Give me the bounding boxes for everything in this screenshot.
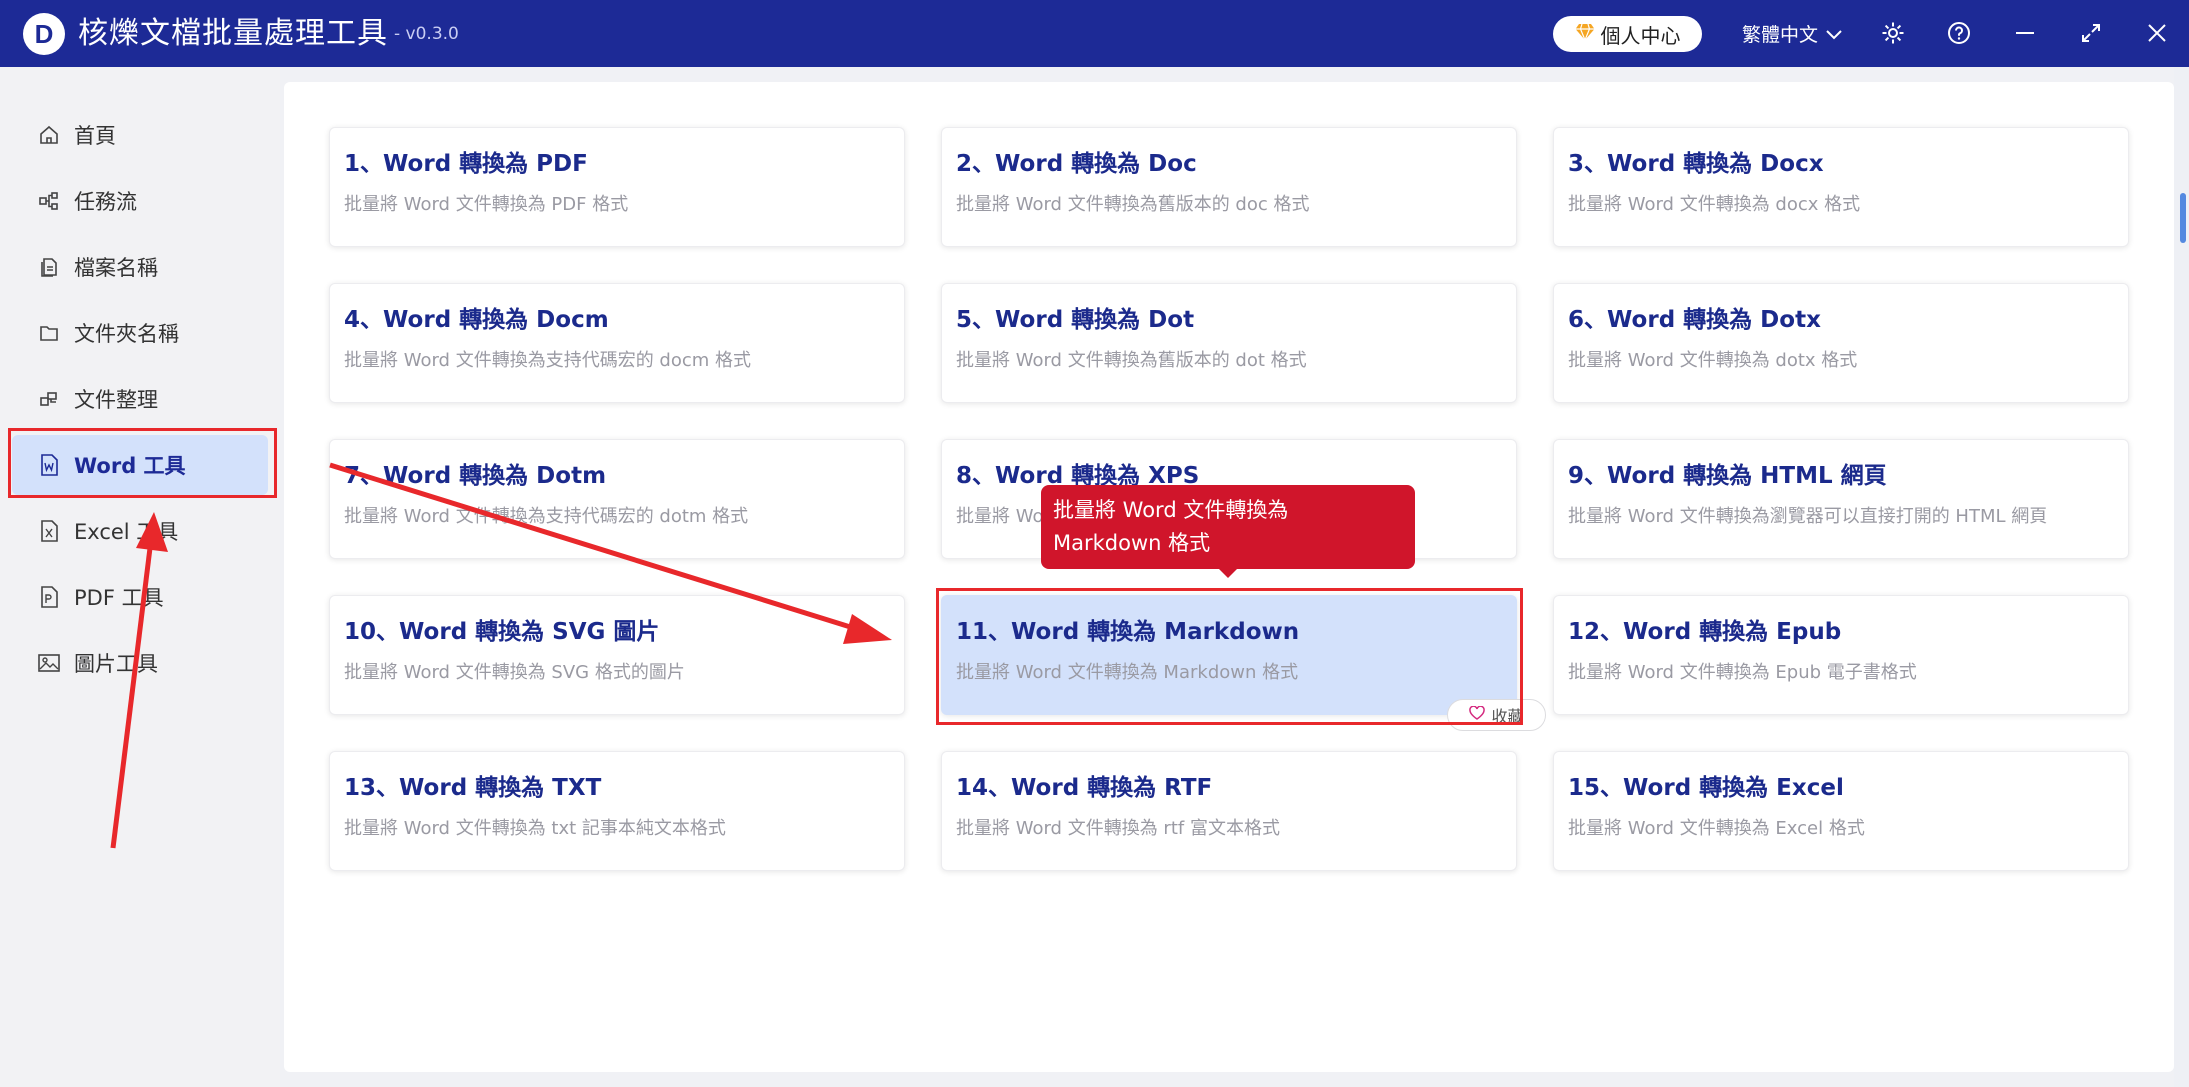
sidebar: 首頁 任務流 檔案名稱 文件夾名稱 文件整理 Word 工具 Excel 工具 …	[0, 67, 280, 1087]
sidebar-item-label: 檔案名稱	[74, 256, 158, 280]
tool-card-description: 批量將 Word 文件轉換為 Markdown 格式	[956, 662, 1299, 683]
tool-card-word-to-dotm[interactable]: 7、Word 轉換為 Dotm 批量將 Word 文件轉換為支持代碼宏的 dot…	[329, 439, 905, 559]
sidebar-item-label: 文件整理	[74, 388, 158, 412]
favorite-label: 收藏	[1491, 707, 1524, 726]
tool-card-description: 批量將 Word 文件轉換為 docx 格式	[1568, 194, 1861, 215]
sidebar-item-label: 任務流	[74, 190, 137, 214]
file-icon	[38, 256, 60, 278]
tool-card-word-to-dotx[interactable]: 6、Word 轉換為 Dotx 批量將 Word 文件轉換為 dotx 格式	[1553, 283, 2129, 403]
minimize-icon[interactable]	[2010, 18, 2040, 48]
favorite-button[interactable]: 收藏	[1447, 699, 1546, 731]
tool-card-word-to-docx[interactable]: 3、Word 轉換為 Docx 批量將 Word 文件轉換為 docx 格式	[1553, 127, 2129, 247]
sidebar-item-label: 文件夾名稱	[74, 322, 179, 346]
tool-card-word-to-markdown[interactable]: 11、Word 轉換為 Markdown 批量將 Word 文件轉換為 Mark…	[941, 595, 1517, 715]
word-icon	[38, 454, 60, 476]
sidebar-item-label: Word 工具	[74, 454, 186, 478]
sidebar-item-image-tools[interactable]: 圖片工具	[12, 633, 268, 693]
sidebar-item-foldername[interactable]: 文件夾名稱	[12, 303, 268, 363]
maximize-icon[interactable]	[2076, 18, 2106, 48]
folder-icon	[38, 322, 60, 344]
pdf-icon	[38, 586, 60, 608]
tool-card-word-to-rtf[interactable]: 14、Word 轉換為 RTF 批量將 Word 文件轉換為 rtf 富文本格式	[941, 751, 1517, 871]
close-icon[interactable]	[2142, 18, 2172, 48]
tooltip: 批量將 Word 文件轉換為 Markdown 格式	[1041, 485, 1415, 578]
tool-card-title: 11、Word 轉換為 Markdown	[956, 619, 1300, 645]
title-bar: D 核爍文檔批量處理工具 - v0.3.0 個人中心 繁體中文	[0, 0, 2189, 67]
tool-card-title: 13、Word 轉換為 TXT	[344, 775, 602, 801]
tool-card-title: 12、Word 轉換為 Epub	[1568, 619, 1842, 645]
tool-card-word-to-html[interactable]: 9、Word 轉換為 HTML 網頁 批量將 Word 文件轉換為瀏覽器可以直接…	[1553, 439, 2129, 559]
tool-card-description: 批量將 Word 文件轉換為舊版本的 dot 格式	[956, 350, 1307, 371]
sidebar-item-label: 首頁	[74, 124, 116, 148]
excel-icon	[38, 520, 60, 542]
tool-card-word-to-doc[interactable]: 2、Word 轉換為 Doc 批量將 Word 文件轉換為舊版本的 doc 格式	[941, 127, 1517, 247]
sidebar-item-pdf-tools[interactable]: PDF 工具	[12, 567, 268, 627]
tool-card-word-to-svg[interactable]: 10、Word 轉換為 SVG 圖片 批量將 Word 文件轉換為 SVG 格式…	[329, 595, 905, 715]
heart-icon	[1469, 705, 1486, 725]
language-select[interactable]: 繁體中文	[1742, 20, 1842, 47]
tool-card-title: 9、Word 轉換為 HTML 網頁	[1568, 463, 1887, 489]
tool-card-word-to-epub[interactable]: 12、Word 轉換為 Epub 批量將 Word 文件轉換為 Epub 電子書…	[1553, 595, 2129, 715]
scrollbar-thumb[interactable]	[2180, 193, 2186, 243]
tool-card-title: 3、Word 轉換為 Docx	[1568, 151, 1824, 177]
tool-card-title: 10、Word 轉換為 SVG 圖片	[344, 619, 660, 645]
tool-card-title: 1、Word 轉換為 PDF	[344, 151, 588, 177]
chevron-down-icon	[1826, 23, 1842, 45]
tool-card-description: 批量將 Word 文件轉換為 PDF 格式	[344, 194, 629, 215]
tool-card-title: 15、Word 轉換為 Excel	[1568, 775, 1844, 801]
tool-card-title: 7、Word 轉換為 Dotm	[344, 463, 607, 489]
language-label: 繁體中文	[1742, 24, 1819, 46]
tool-card-word-to-txt[interactable]: 13、Word 轉換為 TXT 批量將 Word 文件轉換為 txt 記事本純文…	[329, 751, 905, 871]
sidebar-item-home[interactable]: 首頁	[12, 105, 268, 165]
image-icon	[38, 652, 60, 674]
sidebar-item-organize[interactable]: 文件整理	[12, 369, 268, 429]
tool-card-description: 批量將 Word 文件轉換為 dotx 格式	[1568, 350, 1858, 371]
tool-card-description: 批量將 Word 文件轉換為支持代碼宏的 dotm 格式	[344, 506, 749, 527]
gear-icon[interactable]	[1878, 18, 1908, 48]
sidebar-item-excel-tools[interactable]: Excel 工具	[12, 501, 268, 561]
tool-card-title: 5、Word 轉換為 Dot	[956, 307, 1195, 333]
tool-card-description: 批量將 Word 文件轉換為 Epub 電子書格式	[1568, 662, 1917, 683]
workflow-icon	[38, 190, 60, 212]
sidebar-item-filename[interactable]: 檔案名稱	[12, 237, 268, 297]
tool-card-description: 批量將 Word 文件轉換為 Excel 格式	[1568, 818, 1865, 839]
tool-card-description: 批量將 Word 文件轉換為支持代碼宏的 docm 格式	[344, 350, 752, 371]
sidebar-item-label: Excel 工具	[74, 520, 179, 544]
app-version: - v0.3.0	[394, 24, 459, 44]
sidebar-item-workflow[interactable]: 任務流	[12, 171, 268, 231]
tool-card-description: 批量將 Word 文件轉換為 rtf 富文本格式	[956, 818, 1280, 839]
tool-card-title: 2、Word 轉換為 Doc	[956, 151, 1197, 177]
user-center-label: 個人中心	[1600, 23, 1681, 48]
sidebar-item-label: PDF 工具	[74, 586, 164, 610]
app-logo: D	[23, 13, 65, 55]
sidebar-item-word-tools[interactable]: Word 工具	[12, 435, 268, 495]
sidebar-item-label: 圖片工具	[74, 652, 158, 676]
user-center-button[interactable]: 個人中心	[1553, 16, 1702, 52]
app-title: 核爍文檔批量處理工具	[78, 16, 388, 51]
tool-card-description: 批量將 Word 文件轉換為 txt 記事本純文本格式	[344, 818, 726, 839]
tool-card-title: 6、Word 轉換為 Dotx	[1568, 307, 1821, 333]
tool-card-title: 4、Word 轉換為 Docm	[344, 307, 609, 333]
tool-card-word-to-dot[interactable]: 5、Word 轉換為 Dot 批量將 Word 文件轉換為舊版本的 dot 格式	[941, 283, 1517, 403]
tool-card-word-to-pdf[interactable]: 1、Word 轉換為 PDF 批量將 Word 文件轉換為 PDF 格式	[329, 127, 905, 247]
organize-icon	[38, 388, 60, 410]
tool-card-word-to-excel[interactable]: 15、Word 轉換為 Excel 批量將 Word 文件轉換為 Excel 格…	[1553, 751, 2129, 871]
diamond-icon	[1575, 22, 1595, 46]
tool-card-description: 批量將 Word 文件轉換為舊版本的 doc 格式	[956, 194, 1310, 215]
home-icon	[38, 124, 60, 146]
tool-card-description: 批量將 Word 文件轉換為 SVG 格式的圖片	[344, 662, 685, 683]
tool-card-description: 批量將 Word 文件轉換為瀏覽器可以直接打開的 HTML 網頁	[1568, 506, 2048, 527]
tool-card-title: 14、Word 轉換為 RTF	[956, 775, 1213, 801]
question-icon[interactable]	[1944, 18, 1974, 48]
tool-card-word-to-docm[interactable]: 4、Word 轉換為 Docm 批量將 Word 文件轉換為支持代碼宏的 doc…	[329, 283, 905, 403]
